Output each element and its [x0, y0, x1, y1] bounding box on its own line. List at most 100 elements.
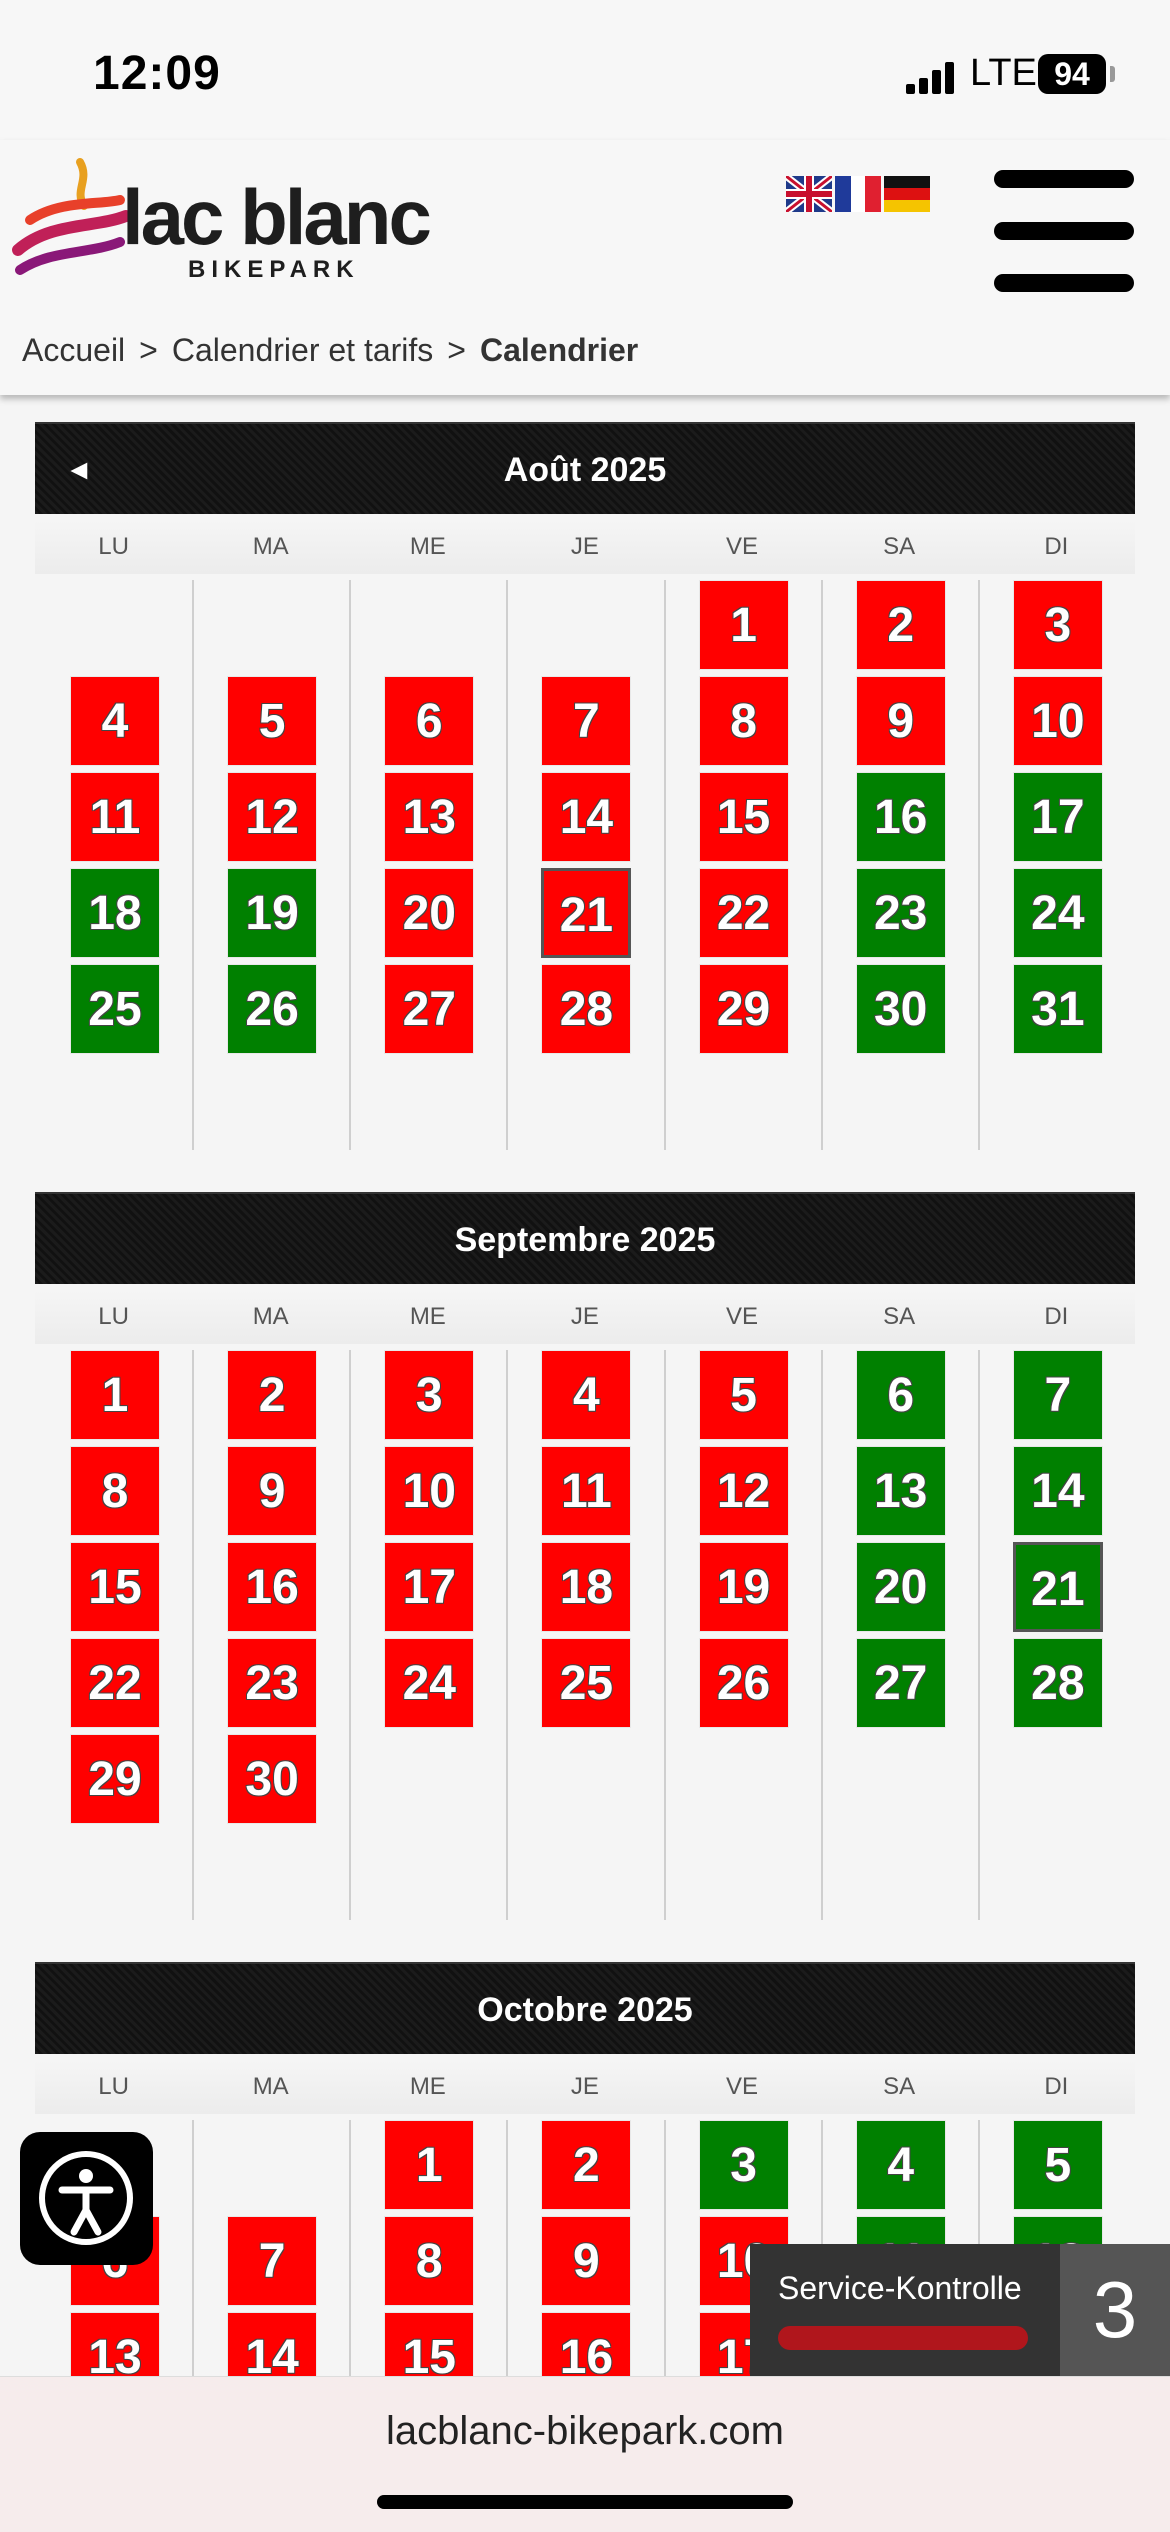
calendar-day[interactable]: 2: [227, 1350, 318, 1440]
calendar-day[interactable]: 6: [855, 1350, 946, 1440]
calendar-day[interactable]: 9: [855, 676, 946, 766]
calendar-day[interactable]: 14: [541, 772, 632, 862]
calendar-day[interactable]: 14: [1012, 1446, 1103, 1536]
calendar-day[interactable]: 13: [855, 1446, 946, 1536]
weekday-label: SA: [820, 2060, 978, 2114]
calendar-day[interactable]: 12: [698, 1446, 789, 1536]
calendar-day[interactable]: 3: [1012, 580, 1103, 670]
calendar-day[interactable]: 2: [541, 2120, 632, 2210]
weekday-label: LU: [35, 2060, 193, 2114]
calendar-day[interactable]: 19: [227, 868, 318, 958]
calendar-day[interactable]: 16: [855, 772, 946, 862]
weekday-row: LU MA ME JE VE SA DI: [35, 520, 1135, 574]
calendar-day[interactable]: 21: [1012, 1542, 1103, 1632]
weekday-label: ME: [349, 520, 507, 574]
calendar-day[interactable]: 10: [384, 1446, 475, 1536]
calendar-day[interactable]: 15: [70, 1542, 160, 1632]
calendar-day[interactable]: 3: [698, 2120, 789, 2210]
grid-divider: [506, 2120, 509, 2402]
calendar-day[interactable]: 11: [541, 1446, 632, 1536]
calendar-day[interactable]: 18: [70, 868, 160, 958]
english-flag-icon[interactable]: [786, 176, 832, 212]
calendar-day[interactable]: 9: [227, 1446, 318, 1536]
calendar-day[interactable]: 24: [1012, 868, 1103, 958]
calendar-day[interactable]: 25: [541, 1638, 632, 1728]
calendar-day[interactable]: 30: [855, 964, 946, 1054]
calendar-day[interactable]: 29: [70, 1734, 160, 1824]
battery-tip: [1110, 66, 1115, 82]
calendar-day[interactable]: 18: [541, 1542, 632, 1632]
breadcrumb-home[interactable]: Accueil: [22, 332, 125, 369]
calendar-day[interactable]: 15: [698, 772, 789, 862]
calendar-day[interactable]: 31: [1012, 964, 1103, 1054]
calendar-day[interactable]: 5: [227, 676, 318, 766]
calendar-day[interactable]: 17: [384, 1542, 475, 1632]
calendar-day[interactable]: 10: [1012, 676, 1103, 766]
site-logo[interactable]: lac blanc BIKEPARK: [10, 150, 432, 290]
calendar-day[interactable]: 22: [698, 868, 789, 958]
german-flag-icon[interactable]: [884, 176, 930, 212]
calendar-day[interactable]: 1: [384, 2120, 475, 2210]
breadcrumb-section[interactable]: Calendrier et tarifs: [172, 332, 433, 369]
calendar-day[interactable]: 20: [855, 1542, 946, 1632]
browser-address-bar[interactable]: lacblanc-bikepark.com: [0, 2376, 1170, 2532]
calendar-day[interactable]: 20: [384, 868, 475, 958]
grid-divider: [820, 580, 823, 1150]
calendar-day[interactable]: 24: [384, 1638, 475, 1728]
home-indicator[interactable]: [377, 2495, 793, 2509]
calendar-day[interactable]: 12: [227, 772, 318, 862]
language-switcher: [786, 176, 930, 214]
calendar-day[interactable]: 27: [855, 1638, 946, 1728]
calendar-day[interactable]: 23: [227, 1638, 318, 1728]
breadcrumb-current: Calendrier: [479, 332, 639, 368]
calendar-day[interactable]: 29: [698, 964, 789, 1054]
calendar-day[interactable]: 23: [855, 868, 946, 958]
calendar-day[interactable]: 8: [384, 2216, 475, 2306]
calendar-day[interactable]: 25: [70, 964, 160, 1054]
calendar-day[interactable]: 17: [1012, 772, 1103, 862]
hamburger-menu-icon[interactable]: [994, 170, 1134, 292]
accessibility-button[interactable]: [20, 2132, 153, 2265]
calendar-day[interactable]: 8: [70, 1446, 160, 1536]
weekday-label: VE: [663, 2060, 821, 2114]
calendar-day[interactable]: 27: [384, 964, 475, 1054]
calendar-day[interactable]: 26: [698, 1638, 789, 1728]
month-title: Août 2025: [503, 451, 667, 489]
calendar-day[interactable]: 8: [698, 676, 789, 766]
calendar-day[interactable]: 19: [698, 1542, 789, 1632]
weekday-label: VE: [663, 520, 821, 574]
calendar-day[interactable]: 28: [1012, 1638, 1103, 1728]
logo-swirl-icon: [12, 158, 132, 275]
calendar-day[interactable]: 16: [227, 1542, 318, 1632]
weekday-row: LU MA ME JE VE SA DI: [35, 2060, 1135, 2114]
service-control-widget[interactable]: Service-Kontrolle 3: [750, 2244, 1170, 2376]
calendar-day[interactable]: 11: [70, 772, 160, 862]
calendar-day[interactable]: 22: [70, 1638, 160, 1728]
calendar-day[interactable]: 4: [541, 1350, 632, 1440]
calendar-day[interactable]: 5: [698, 1350, 789, 1440]
calendar-day[interactable]: 1: [698, 580, 789, 670]
weekday-label: MA: [192, 2060, 350, 2114]
calendar-day[interactable]: 7: [541, 676, 632, 766]
calendar-day[interactable]: 4: [70, 676, 160, 766]
calendar-day[interactable]: 13: [384, 772, 475, 862]
day-grid: 1 2 3 4 5 6 7 8 9 10 11 12 13 14 15 16 17 18 19 20 21 22 23 24 2…: [35, 1344, 1135, 1920]
calendar-day[interactable]: 6: [384, 676, 475, 766]
calendar-day[interactable]: 7: [227, 2216, 318, 2306]
breadcrumb-separator: >: [139, 332, 158, 368]
calendar-day[interactable]: 4: [855, 2120, 946, 2210]
calendar-day[interactable]: 30: [227, 1734, 318, 1824]
grid-divider: [663, 2120, 666, 2402]
calendar-day[interactable]: 28: [541, 964, 632, 1054]
calendar-day[interactable]: 9: [541, 2216, 632, 2306]
calendar-day[interactable]: 26: [227, 964, 318, 1054]
calendar-day[interactable]: 5: [1012, 2120, 1103, 2210]
calendar-day[interactable]: 21: [541, 868, 632, 958]
prev-month-arrow-icon[interactable]: ◄: [65, 424, 93, 516]
calendar-day[interactable]: 7: [1012, 1350, 1103, 1440]
calendar-day[interactable]: 3: [384, 1350, 475, 1440]
calendar-day[interactable]: 1: [70, 1350, 160, 1440]
french-flag-icon[interactable]: [835, 176, 881, 212]
calendar-day[interactable]: 2: [855, 580, 946, 670]
status-time: 12:09: [93, 47, 221, 100]
